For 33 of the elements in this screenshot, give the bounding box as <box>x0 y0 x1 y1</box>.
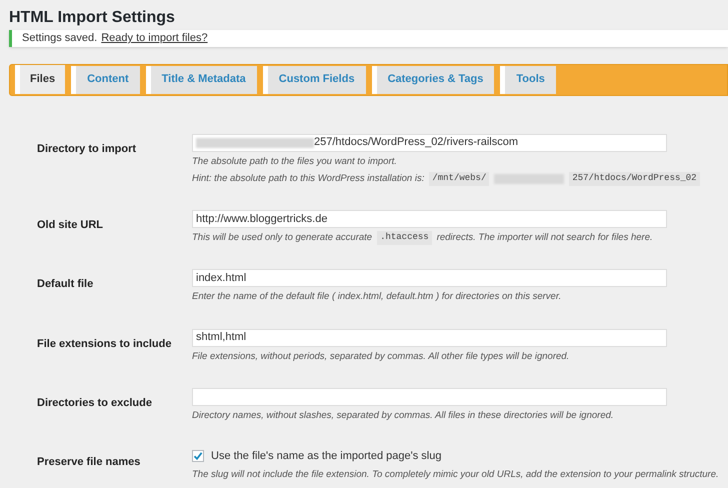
text-input-field[interactable] <box>192 388 667 406</box>
code-snippet: .htaccess <box>377 231 432 245</box>
field-description: The slug will not include the file extension. To completely mimic your old URLs, add the extension to your permalink structure. <box>192 468 719 482</box>
checkmark-icon <box>193 451 203 461</box>
text-input-field[interactable]: http://www.bloggertricks.de <box>192 210 667 228</box>
import-link[interactable]: Ready to import files? <box>101 30 208 46</box>
field-label: Old site URL <box>37 219 104 231</box>
field-description: Enter the name of the default file ( index.html, default.htm ) for directories on this server. <box>192 290 562 304</box>
field-description: This will be used only to generate accurate <box>192 231 372 245</box>
page-title: HTML Import Settings <box>9 8 176 28</box>
input-value: index.html <box>196 271 246 286</box>
input-value: shtml,html <box>196 330 246 346</box>
text-input-field[interactable]: shtml,html <box>192 328 667 346</box>
text-input-field[interactable]: index.html <box>192 269 667 288</box>
text-input-field[interactable]: 257/htdocs/WordPress_02/rivers-railscom <box>192 134 667 152</box>
code-snippet: 257/htdocs/WordPress_02 <box>569 172 700 186</box>
checkbox-label: Use the file's name as the imported page's slug <box>211 448 442 464</box>
field-description: File extensions, without periods, separated by commas. All other file types will be ignored. <box>192 350 570 364</box>
field-label: Directory to import <box>37 142 136 154</box>
field-description: Hint: the absolute path to this WordPress installation is: <box>192 172 424 186</box>
tab[interactable]: Files <box>15 64 66 94</box>
notice-text: Settings saved. <box>22 31 98 46</box>
input-value: 257/htdocs/WordPress_02/rivers-railscom <box>314 135 518 150</box>
field-label: Directories to exclude <box>37 396 152 409</box>
checkbox[interactable] <box>192 450 204 462</box>
field-description: redirects. The importer will not search for files here. <box>436 231 653 245</box>
input-value: http://www.bloggertricks.de <box>196 212 328 227</box>
field-label: File extensions to include <box>37 338 172 350</box>
field-description: The absolute path to the files you want to import. <box>192 154 397 168</box>
field-label: Preserve file names <box>37 456 140 468</box>
code-snippet: /mnt/webs/ <box>429 172 490 186</box>
field-label: Default file <box>37 278 94 290</box>
field-description: Directory names, without slashes, separated by commas. All files in these directories will be ignored. <box>192 408 614 423</box>
